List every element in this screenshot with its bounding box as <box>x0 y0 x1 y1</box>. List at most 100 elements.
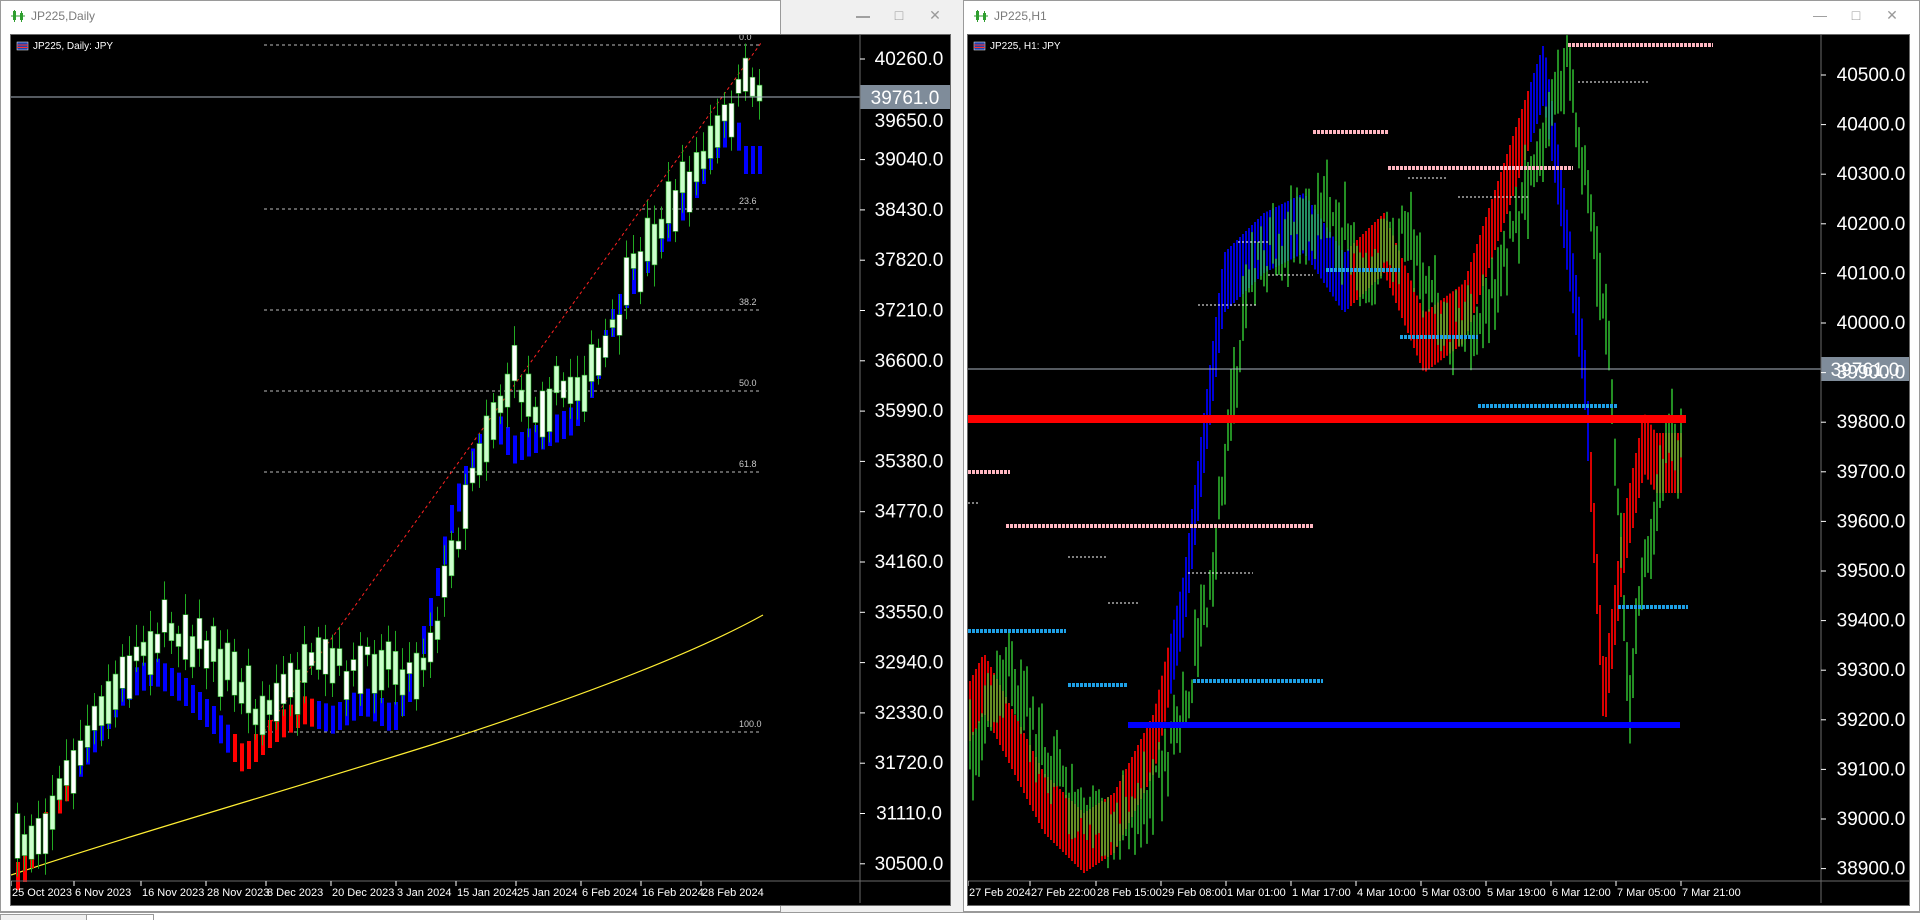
trend-band-bar <box>331 705 335 734</box>
trend-band-bar <box>1215 317 1217 377</box>
h1-maximize-icon[interactable]: □ <box>1845 6 1867 24</box>
candle-body <box>581 374 588 412</box>
trend-band-bar <box>457 483 461 512</box>
candle-body <box>679 161 686 194</box>
candle-body <box>140 641 147 657</box>
candle-body <box>469 467 476 484</box>
candle-body <box>126 655 133 700</box>
fib-level-label: 100.0 <box>739 719 762 729</box>
trend-band-bar <box>1653 429 1655 490</box>
candle-body <box>322 638 329 675</box>
terminal-tab[interactable] <box>86 914 154 920</box>
candle-body <box>273 682 280 722</box>
trend-band-bar <box>1500 172 1502 232</box>
daily-close-icon[interactable]: ✕ <box>924 6 946 24</box>
candle-body <box>420 657 427 671</box>
h1-minimize-icon[interactable]: — <box>1809 6 1831 24</box>
candle-body <box>224 642 231 681</box>
candle-body <box>441 565 448 598</box>
trend-band-bar <box>978 663 980 723</box>
daily-minimize-icon[interactable]: — <box>852 6 874 24</box>
daily-maximize-icon[interactable]: □ <box>888 6 910 24</box>
fib-level-label: 0.0 <box>739 35 752 42</box>
h1-price-chart[interactable]: 39761.0 40500.0 40400.0 40300.0 40200.0 4010… <box>967 34 1910 906</box>
candle-body <box>364 646 371 656</box>
trend-band-bar <box>1236 240 1238 300</box>
trend-band-bar <box>555 414 559 443</box>
trend-band-bar <box>1197 461 1199 521</box>
trend-band-bar <box>1407 273 1409 333</box>
trend-band-bar <box>170 668 174 696</box>
time-axis-label: 7 Mar 05:00 <box>1617 887 1676 899</box>
chart-app-icon <box>974 10 988 22</box>
trend-band-bar <box>1488 208 1490 268</box>
time-axis-label: 25 Oct 2023 <box>12 887 72 899</box>
trend-band-bar <box>1014 715 1016 775</box>
price-axis-label: 31720.0 <box>875 753 944 774</box>
fib-level-label: 38.2 <box>739 297 757 307</box>
trend-band-bar <box>1536 64 1538 124</box>
daily-chart-canvas[interactable]: 0.0 23.6 38.2 50.0 61.8 100.0 39761.0 40260.0… <box>11 35 950 905</box>
trend-band-bar <box>1509 145 1511 205</box>
chart-symbol-label: JP225, H1: JPY <box>973 41 1061 52</box>
fib-level-label: 23.6 <box>739 196 757 206</box>
trend-band-bar <box>1329 232 1331 292</box>
candle-body <box>490 402 497 441</box>
terminal-tab[interactable] <box>0 914 87 920</box>
candle-body <box>77 740 84 766</box>
trend-band-bar <box>1491 199 1493 259</box>
trend-band-bar <box>1527 91 1529 151</box>
candle-body <box>133 646 140 662</box>
price-axis-label: 40400.0 <box>1837 115 1906 136</box>
time-axis-label: 5 Mar 03:00 <box>1422 887 1481 899</box>
candle-body <box>672 189 679 232</box>
flag-icon <box>16 41 29 51</box>
trend-band-bar <box>1521 109 1523 169</box>
trend-band-bar <box>1011 709 1013 769</box>
candle-body <box>392 650 399 685</box>
trend-band-bar <box>1629 483 1631 543</box>
h1-chart-canvas[interactable]: 39761.0 40500.040400.040300.040200.04010… <box>968 35 1909 905</box>
trend-band-bar <box>1182 577 1184 638</box>
h1-window-titlebar[interactable]: JP225,H1 <box>964 1 1919 31</box>
time-axis-label: 15 Jan 2024 <box>457 887 518 899</box>
candle-body <box>560 380 567 399</box>
price-axis-label: 40260.0 <box>875 49 944 70</box>
trend-band-bar <box>1605 657 1607 717</box>
daily-window-titlebar[interactable]: JP225,Daily — <box>1 1 870 31</box>
time-axis-label: 27 Feb 2024 <box>969 887 1031 899</box>
h1-close-icon[interactable]: ✕ <box>1881 6 1903 24</box>
trend-band-bar <box>1185 557 1187 617</box>
trend-band-bar <box>163 663 167 692</box>
candle-body <box>693 152 700 183</box>
candle-body <box>483 415 490 463</box>
trend-band-bar <box>233 734 237 762</box>
price-axis-label: 38900.0 <box>1837 859 1906 880</box>
candle-body <box>35 817 42 855</box>
candle-body <box>616 314 623 336</box>
trend-band-bar <box>1158 689 1160 750</box>
trend-band-bar <box>1347 249 1349 309</box>
time-axis-label: 28 Feb 2024 <box>702 887 764 899</box>
candle-body <box>343 670 350 700</box>
trend-band-bar <box>219 715 223 744</box>
trend-band-bar <box>366 688 370 717</box>
trend-band-bar <box>1575 275 1577 335</box>
trend-band-bar <box>1485 217 1487 277</box>
trend-band-bar <box>436 568 440 596</box>
candle-body <box>287 662 294 698</box>
candle-body <box>245 665 252 714</box>
trend-band-bar <box>1146 727 1148 787</box>
trend-band-bar <box>1554 122 1556 183</box>
trend-band-bar <box>1596 554 1598 614</box>
candle-body <box>350 659 357 671</box>
candle-body <box>427 632 434 663</box>
candle-body <box>749 76 756 97</box>
candle-body <box>329 647 336 684</box>
candle-body <box>609 319 616 328</box>
price-axis-label: 36600.0 <box>875 351 944 372</box>
trend-band-bar <box>1599 605 1601 665</box>
time-axis-label: 1 Mar 01:00 <box>1227 887 1286 899</box>
fib-level-label: 61.8 <box>739 459 757 469</box>
daily-price-chart[interactable]: 0.0 23.6 38.2 50.0 61.8 100.0 39761.0 40260.0… <box>10 34 951 906</box>
